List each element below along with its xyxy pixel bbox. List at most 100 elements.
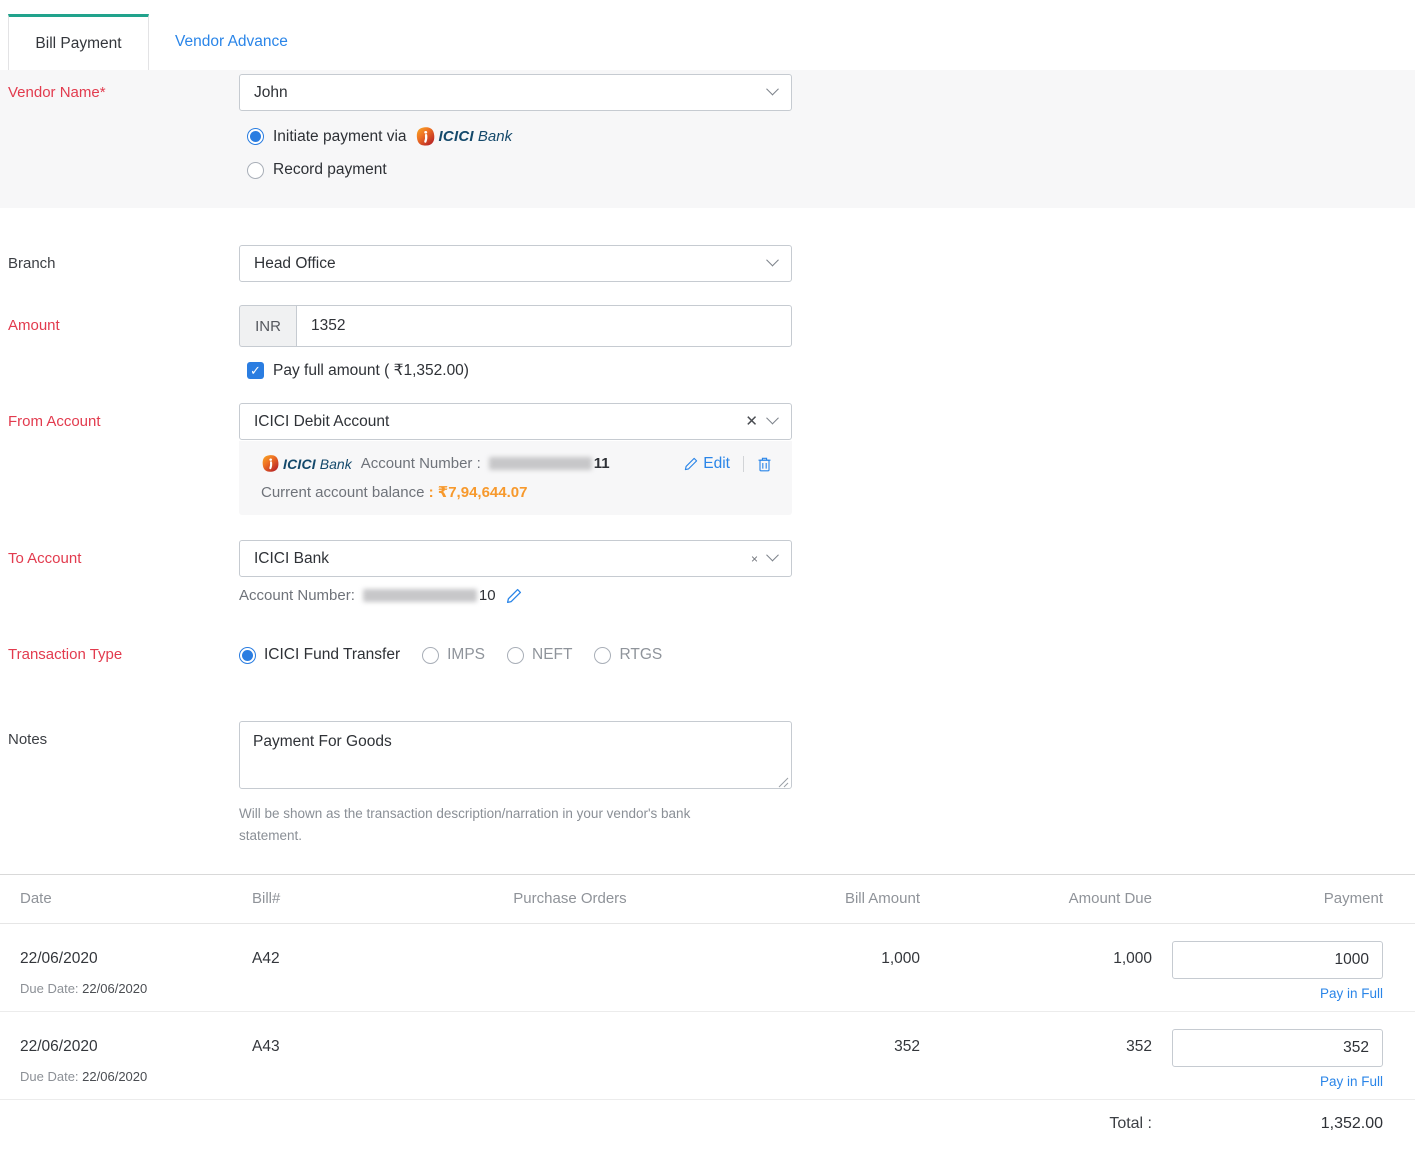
tab-vendor-advance[interactable]: Vendor Advance — [149, 14, 314, 70]
edit-to-account-button[interactable] — [506, 588, 522, 604]
header-payment: Payment — [1152, 890, 1383, 907]
due-date-value: 22/06/2020 — [82, 1069, 147, 1084]
transaction-type-label: Transaction Type — [0, 636, 239, 663]
icici-mark-icon — [415, 126, 436, 147]
from-account-select[interactable]: ICICI Debit Account ✕ — [239, 403, 792, 440]
notes-textarea[interactable] — [239, 721, 792, 789]
vendor-section: Vendor Name* John Initiate payment via — [0, 70, 1415, 208]
total-value: 1,352.00 — [1152, 1115, 1383, 1133]
currency-code: INR — [239, 305, 296, 347]
amount-input[interactable] — [296, 305, 792, 347]
bill-amount: 352 — [710, 1029, 920, 1089]
header-amount-due: Amount Due — [920, 890, 1152, 907]
vendor-select[interactable]: John — [239, 74, 792, 111]
radio-rtgs[interactable] — [594, 647, 611, 664]
icici-bank-logo: ICICI Bank — [261, 454, 352, 473]
payment-amount-input[interactable] — [1172, 1029, 1383, 1067]
header-purchase-orders: Purchase Orders — [430, 890, 710, 907]
radio-neft-label: NEFT — [532, 646, 572, 664]
to-account-label: To Account — [0, 540, 239, 567]
bill-date: 22/06/2020 — [20, 941, 252, 968]
amount-due: 352 — [920, 1029, 1152, 1089]
edit-label: Edit — [703, 455, 730, 473]
account-number-redacted — [363, 589, 477, 602]
radio-icici-fund-transfer-label: ICICI Fund Transfer — [264, 646, 400, 664]
edit-account-button[interactable]: Edit — [684, 455, 730, 473]
record-payment-label: Record payment — [273, 161, 387, 179]
bill-amount: 1,000 — [710, 941, 920, 1001]
radio-imps[interactable] — [422, 647, 439, 664]
total-row: Total : 1,352.00 — [0, 1100, 1415, 1149]
vendor-name-label: Vendor Name* — [0, 74, 239, 101]
due-date-value: 22/06/2020 — [82, 981, 147, 996]
table-row: 22/06/2020 Due Date: 22/06/2020 A43 352 … — [0, 1012, 1415, 1100]
initiate-payment-label: Initiate payment via — [273, 128, 407, 146]
icici-bank-word: Bank — [320, 456, 352, 472]
record-payment-radio[interactable] — [247, 162, 264, 179]
from-account-details-panel: ICICI Bank Account Number : 11 Edit — [239, 441, 792, 515]
pencil-icon — [684, 457, 698, 471]
pay-in-full-link[interactable]: Pay in Full — [1152, 1074, 1383, 1089]
due-date-label: Due Date: — [20, 1069, 79, 1084]
bills-table-header: Date Bill# Purchase Orders Bill Amount A… — [0, 875, 1415, 924]
bill-date: 22/06/2020 — [20, 1029, 252, 1056]
chevron-down-icon — [766, 549, 779, 562]
purchase-orders-cell — [430, 1029, 710, 1089]
chevron-down-icon — [766, 412, 779, 425]
from-account-label: From Account — [0, 403, 239, 430]
clear-icon[interactable]: ✕ — [745, 414, 758, 429]
icici-bank-word: Bank — [478, 128, 512, 145]
balance-separator: : — [429, 484, 434, 501]
notes-label: Notes — [0, 721, 239, 748]
branch-label: Branch — [0, 245, 239, 272]
table-row: 22/06/2020 Due Date: 22/06/2020 A42 1,00… — [0, 924, 1415, 1012]
radio-rtgs-label: RTGS — [619, 646, 662, 664]
balance-label: Current account balance — [261, 484, 424, 501]
radio-neft[interactable] — [507, 647, 524, 664]
tab-bill-payment[interactable]: Bill Payment — [8, 14, 149, 70]
pay-full-amount-label: Pay full amount ( ₹1,352.00) — [273, 361, 469, 380]
icici-bank-logo: ICICI Bank — [415, 126, 513, 147]
icici-mark-icon — [261, 454, 280, 473]
radio-imps-label: IMPS — [447, 646, 485, 664]
to-account-select[interactable]: ICICI Bank × — [239, 540, 792, 577]
account-number-redacted — [489, 457, 592, 470]
radio-icici-fund-transfer[interactable] — [239, 647, 256, 664]
branch-select-value: Head Office — [254, 255, 336, 273]
tab-vendor-advance-label: Vendor Advance — [175, 33, 288, 51]
icici-wordmark: ICICI — [439, 128, 474, 145]
clear-icon[interactable]: × — [751, 553, 758, 565]
to-account-number-suffix: 10 — [479, 587, 496, 604]
header-bill-number: Bill# — [252, 890, 430, 907]
icici-wordmark: ICICI — [283, 456, 316, 472]
total-label: Total : — [920, 1115, 1152, 1133]
to-account-number-label: Account Number: — [239, 587, 355, 604]
account-number-label: Account Number : — [361, 455, 481, 472]
chevron-down-icon — [766, 254, 779, 267]
to-account-select-value: ICICI Bank — [254, 550, 329, 568]
bill-number: A42 — [252, 941, 430, 1001]
tab-bar: Bill Payment Vendor Advance — [0, 0, 1415, 70]
delete-account-button[interactable] — [757, 456, 772, 472]
balance-value: ₹7,94,644.07 — [438, 484, 528, 501]
pay-in-full-link[interactable]: Pay in Full — [1152, 986, 1383, 1001]
from-account-select-value: ICICI Debit Account — [254, 413, 389, 431]
header-date: Date — [20, 890, 252, 907]
amount-due: 1,000 — [920, 941, 1152, 1001]
branch-select[interactable]: Head Office — [239, 245, 792, 282]
payment-amount-input[interactable] — [1172, 941, 1383, 979]
header-bill-amount: Bill Amount — [710, 890, 920, 907]
divider — [743, 456, 744, 472]
trash-icon — [757, 456, 772, 472]
pay-full-amount-checkbox[interactable]: ✓ — [247, 362, 264, 379]
amount-label: Amount — [0, 305, 239, 334]
chevron-down-icon — [766, 83, 779, 96]
notes-helper-text: Will be shown as the transaction descrip… — [239, 803, 749, 848]
due-date-label: Due Date: — [20, 981, 79, 996]
bills-table: Date Bill# Purchase Orders Bill Amount A… — [0, 874, 1415, 1149]
account-number-suffix: 11 — [594, 455, 610, 472]
vendor-select-value: John — [254, 84, 288, 102]
initiate-payment-radio[interactable] — [247, 128, 264, 145]
tab-bill-payment-label: Bill Payment — [35, 35, 121, 53]
pencil-icon — [506, 588, 522, 604]
